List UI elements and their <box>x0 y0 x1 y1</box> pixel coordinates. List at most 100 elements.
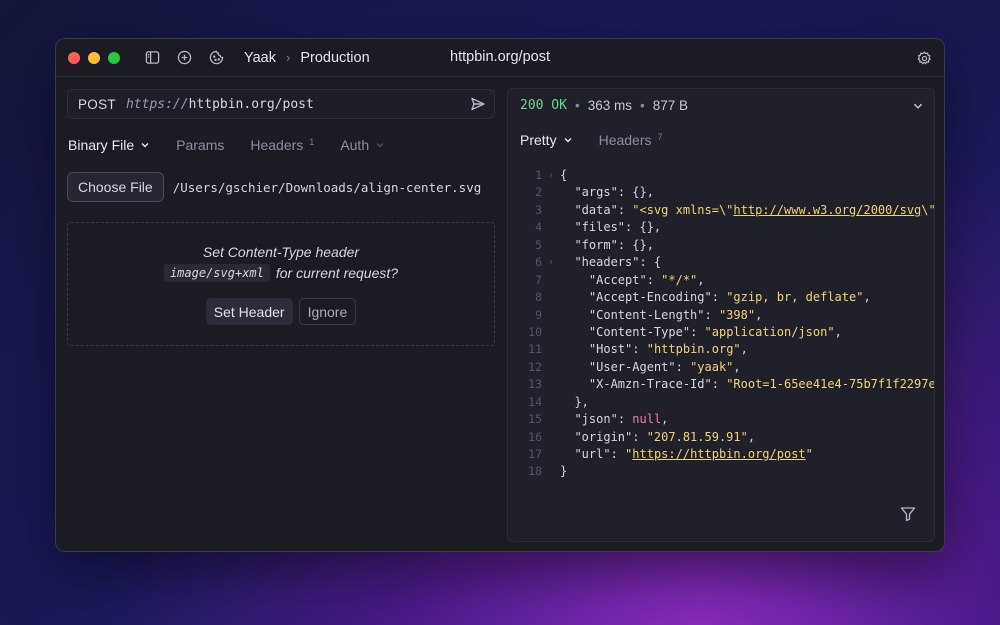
count-badge: 1 <box>309 137 315 147</box>
code-line: 15 "json": null, <box>508 411 934 428</box>
url-input[interactable]: https://httpbin.org/post <box>126 97 314 112</box>
tab-params[interactable]: Params <box>176 137 224 153</box>
tab-body[interactable]: Binary File <box>68 137 150 153</box>
method-selector[interactable]: POST <box>78 97 116 112</box>
chevron-down-icon <box>141 143 149 148</box>
code-text: "X-Amzn-Trace-Id": "Root=1-65ee41e4-75b7… <box>588 377 934 392</box>
line-number: 8 <box>535 290 542 305</box>
ignore-button[interactable]: Ignore <box>298 298 357 325</box>
chevron-right-icon: › <box>285 50 291 65</box>
fold-chevron-icon[interactable]: › <box>542 167 560 184</box>
cookie-icon[interactable] <box>206 48 226 68</box>
line-number: 6 <box>535 255 542 270</box>
response-body[interactable]: 1 ›{ 2 "args": {}, 3 "data": "<svg xmlns=… <box>508 167 934 481</box>
send-icon[interactable] <box>470 96 486 117</box>
separator-dot: • <box>574 98 580 113</box>
response-status: 200 OK • 363 ms • 877 B <box>520 98 688 113</box>
code-text: "User-Agent": "yaak", <box>588 359 741 374</box>
tab-label: Auth <box>340 137 370 153</box>
code-text: { <box>560 168 568 182</box>
line-number: 1 <box>535 168 542 182</box>
code-text: "Host": "httpbin.org", <box>588 342 748 357</box>
close-window-button[interactable] <box>68 51 80 64</box>
line-number: 16 <box>528 429 542 444</box>
line-number: 10 <box>528 324 542 339</box>
titlebar: Yaak › Production httpbin.org/post <box>56 39 944 77</box>
code-line: 5 "form": {}, <box>508 237 934 254</box>
hint-text-2: image/svg+xml for current request? <box>68 264 494 282</box>
code-text: "args": {}, <box>574 185 654 200</box>
code-line: 2 "args": {}, <box>508 184 934 201</box>
code-line: 4 "files": {}, <box>508 219 934 236</box>
line-number: 11 <box>528 342 542 357</box>
code-line: 16 "origin": "207.81.59.91", <box>508 429 934 446</box>
code-line: 7 "Accept": "*/*", <box>508 272 934 289</box>
line-number: 15 <box>528 412 542 427</box>
workspace-name[interactable]: Yaak <box>244 50 276 66</box>
code-line: 14 }, <box>508 394 934 411</box>
line-number: 7 <box>535 272 542 287</box>
code-text: }, <box>560 394 589 409</box>
line-number: 14 <box>528 394 542 409</box>
status-badge: 200 OK <box>520 98 567 113</box>
tab-headers[interactable]: Headers 1 <box>250 137 314 153</box>
code-line: 1 ›{ <box>508 167 934 184</box>
code-text: "url": "https://httpbin.org/post" <box>574 447 813 461</box>
separator-dot: • <box>639 98 645 113</box>
plus-circle-icon[interactable] <box>174 48 194 68</box>
code-text: "Accept-Encoding": "gzip, br, deflate", <box>588 290 871 305</box>
url-host: httpbin.org/post <box>188 96 314 112</box>
line-number: 2 <box>535 185 542 200</box>
line-number: 3 <box>535 202 542 217</box>
line-number: 18 <box>528 464 542 479</box>
code-line: 9 "Content-Length": "398", <box>508 307 934 324</box>
code-line: 3 "data": "<svg xmlns=\"http://www.w3.or… <box>508 202 934 219</box>
code-text: "data": "<svg xmlns=\"http://www.w3.org/… <box>574 202 934 217</box>
count-badge: 7 <box>657 132 663 142</box>
tab-pretty[interactable]: Pretty <box>520 132 573 148</box>
tab-label: Pretty <box>520 132 557 148</box>
content-type-value: image/svg+xml <box>163 264 270 282</box>
file-chooser: Choose File /Users/gschier/Downloads/ali… <box>67 172 481 202</box>
code-text: "form": {}, <box>574 237 654 252</box>
choose-file-button[interactable]: Choose File <box>67 172 164 202</box>
chevron-down-icon[interactable] <box>912 99 924 117</box>
hint-suffix: for current request? <box>275 265 399 281</box>
maximize-window-button[interactable] <box>108 51 120 64</box>
code-text: "json": null, <box>574 412 669 427</box>
tab-label: Params <box>176 137 225 153</box>
sidebar-toggle-icon[interactable] <box>142 48 162 68</box>
code-text: "Content-Length": "398", <box>588 307 763 322</box>
code-text: "Content-Type": "application/json", <box>588 324 842 339</box>
fold-chevron-icon[interactable]: › <box>542 254 560 271</box>
line-number: 17 <box>528 447 542 461</box>
line-number: 9 <box>535 307 542 322</box>
filter-icon[interactable] <box>900 506 916 527</box>
line-number: 13 <box>528 377 542 392</box>
tab-response-headers[interactable]: Headers 7 <box>599 132 663 148</box>
code-line: 11 "Host": "httpbin.org", <box>508 341 934 358</box>
window-controls <box>68 51 120 64</box>
response-tabs: Pretty Headers 7 <box>520 132 689 148</box>
tab-label: Headers <box>598 132 652 148</box>
url-scheme: https:// <box>125 96 189 112</box>
environment-name[interactable]: Production <box>300 50 369 66</box>
gear-icon[interactable] <box>914 48 934 68</box>
chevron-down-icon <box>376 143 384 148</box>
code-line: 13 "X-Amzn-Trace-Id": "Root=1-65ee41e4-7… <box>508 376 934 393</box>
code-line: 6 › "headers": { <box>508 254 934 271</box>
app-window: Yaak › Production httpbin.org/post POST … <box>55 38 945 552</box>
tab-auth[interactable]: Auth <box>340 137 385 153</box>
code-line: 10 "Content-Type": "application/json", <box>508 324 934 341</box>
set-header-button[interactable]: Set Header <box>205 298 293 325</box>
line-number: 5 <box>535 237 542 252</box>
minimize-window-button[interactable] <box>88 51 100 64</box>
hint-text: Set Content-Type header <box>202 244 360 260</box>
code-line: 17 "url": "https://httpbin.org/post" <box>508 446 934 463</box>
code-text: "Accept": "*/*", <box>588 272 705 287</box>
tab-label: Binary File <box>68 137 135 153</box>
response-size: 877 B <box>652 98 688 113</box>
code-line: 18} <box>508 463 934 480</box>
code-text: "headers": { <box>574 255 662 270</box>
url-bar[interactable]: POST https://httpbin.org/post <box>67 89 495 119</box>
